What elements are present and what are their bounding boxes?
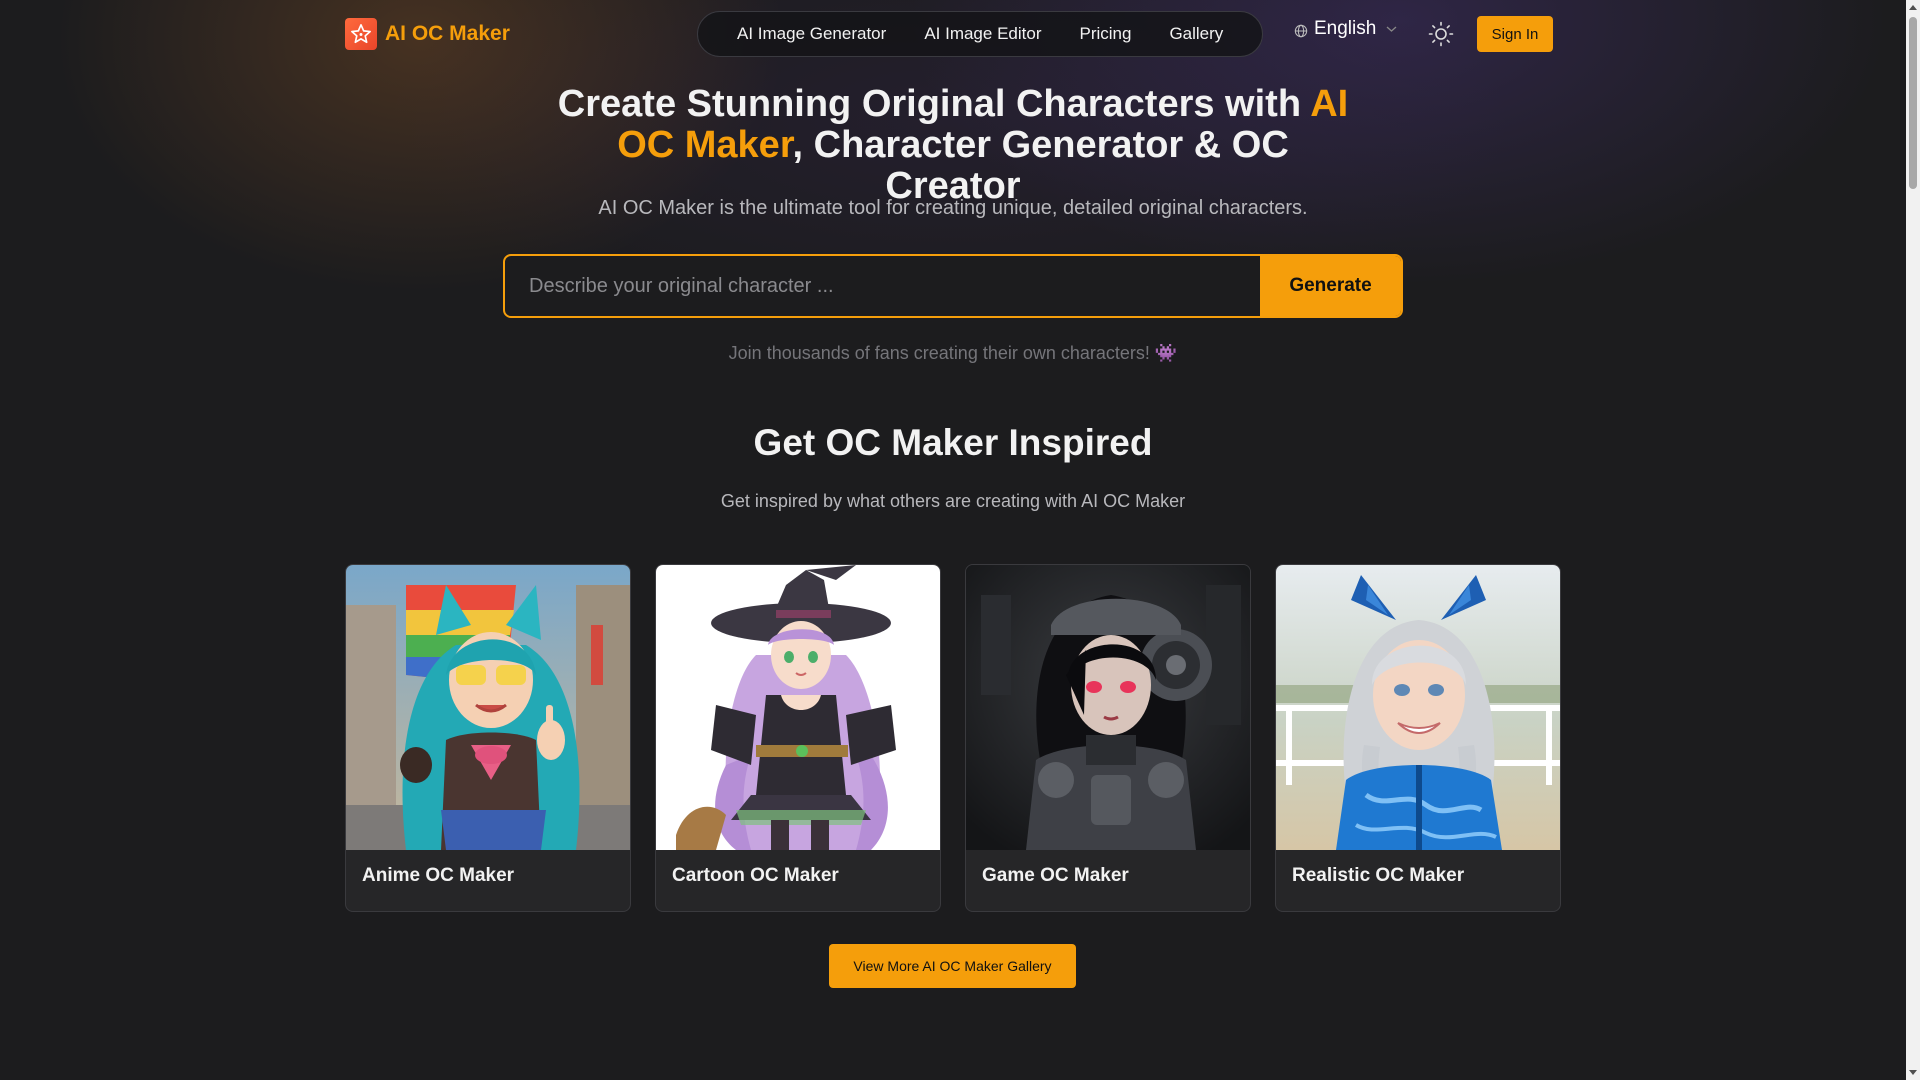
brand-logo[interactable]: AI OC Maker <box>345 18 510 50</box>
character-prompt-input[interactable] <box>505 256 1260 316</box>
inspired-subtitle: Get inspired by what others are creating… <box>720 491 1186 511</box>
page: AI OC Maker AI Image Generator AI Image … <box>0 0 1906 1080</box>
card-label: Cartoon OC Maker <box>672 865 839 886</box>
brand-name: AI OC Maker <box>385 22 510 45</box>
card-realistic-oc-maker[interactable]: Realistic OC Maker <box>1275 564 1561 912</box>
card-label: Realistic OC Maker <box>1292 865 1465 886</box>
sun-icon[interactable] <box>1427 20 1455 48</box>
anime-character-thumbnail <box>346 565 630 850</box>
language-selector[interactable]: English <box>1294 18 1397 40</box>
sign-in-button[interactable]: Sign In <box>1477 16 1553 52</box>
card-label: Game OC Maker <box>982 865 1129 886</box>
page-scrollbar[interactable] <box>1906 0 1920 1080</box>
hero-subtitle: AI OC Maker is the ultimate tool for cre… <box>598 197 1308 219</box>
scroll-down-arrow[interactable] <box>1909 1070 1917 1075</box>
cartoon-witch-thumbnail <box>656 565 940 850</box>
join-text: Join thousands of fans creating their ow… <box>728 343 1178 363</box>
language-label: English <box>1314 18 1377 39</box>
card-cartoon-oc-maker[interactable]: Cartoon OC Maker <box>655 564 941 912</box>
star-logo-icon <box>345 18 377 50</box>
main-nav: AI Image Generator AI Image Editor Prici… <box>697 11 1264 57</box>
chevron-down-icon <box>1386 22 1397 36</box>
hero-title: Create Stunning Original Characters with… <box>553 84 1353 207</box>
nav-ai-image-editor[interactable]: AI Image Editor <box>905 24 1060 44</box>
hero-title-part2: , Character Generator & OC Creator <box>792 124 1289 207</box>
nav-gallery[interactable]: Gallery <box>1150 24 1242 44</box>
generate-button[interactable]: Generate <box>1260 256 1401 316</box>
prompt-box: Generate <box>503 254 1403 318</box>
inspiration-cards: Anime OC Maker Cartoon OC Maker Game OC … <box>345 564 1561 912</box>
game-cyborg-thumbnail <box>966 565 1250 850</box>
inspired-title: Get OC Maker Inspired <box>753 422 1153 463</box>
realistic-girl-thumbnail <box>1276 565 1560 850</box>
nav-ai-image-generator[interactable]: AI Image Generator <box>718 24 905 44</box>
view-gallery-button[interactable]: View More AI OC Maker Gallery <box>829 944 1076 988</box>
scroll-up-arrow[interactable] <box>1909 5 1917 10</box>
hero-title-part1: Create Stunning Original Characters with <box>557 83 1311 125</box>
globe-icon <box>1294 24 1308 38</box>
card-anime-oc-maker[interactable]: Anime OC Maker <box>345 564 631 912</box>
scroll-thumb[interactable] <box>1909 17 1917 189</box>
nav-pricing[interactable]: Pricing <box>1060 24 1150 44</box>
header: AI OC Maker AI Image Generator AI Image … <box>0 0 1906 68</box>
card-label: Anime OC Maker <box>362 865 515 886</box>
card-game-oc-maker[interactable]: Game OC Maker <box>965 564 1251 912</box>
